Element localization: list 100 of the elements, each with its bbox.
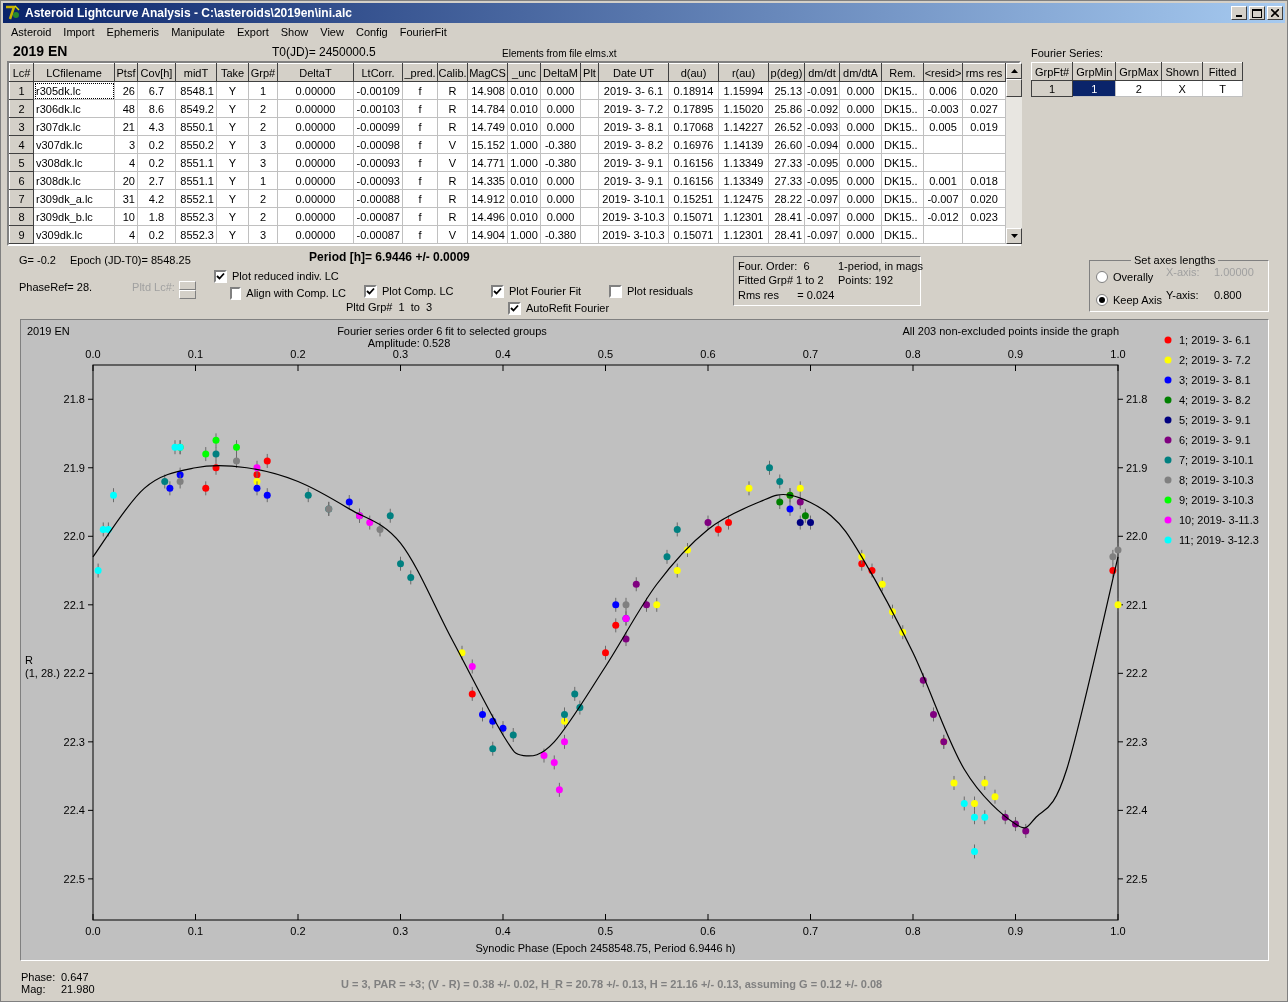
legend-label: 6; 2019- 3- 9.1 bbox=[1179, 434, 1251, 446]
table-cell: 1.12301 bbox=[718, 207, 769, 226]
column-header[interactable]: Fitted bbox=[1202, 62, 1243, 81]
x-tick-label: 0.5 bbox=[597, 348, 614, 360]
data-point bbox=[868, 563, 876, 579]
column-header[interactable]: rms res bbox=[962, 63, 1006, 82]
table-cell: -0.380 bbox=[540, 135, 581, 154]
radio-button[interactable]: Keep Axis bbox=[1096, 293, 1166, 306]
checkbox-icon[interactable] bbox=[609, 284, 622, 298]
column-header[interactable]: r(au) bbox=[718, 63, 769, 82]
column-header[interactable]: MagCS bbox=[467, 63, 508, 82]
column-header[interactable]: Date UT bbox=[598, 63, 669, 82]
x-tick-label: 1.0 bbox=[1110, 925, 1126, 937]
data-point bbox=[540, 748, 548, 764]
checkbox-icon[interactable] bbox=[491, 284, 504, 298]
column-header[interactable]: GrpFt# bbox=[1031, 62, 1073, 81]
checkbox[interactable]: Plot Fourier Fit bbox=[491, 284, 609, 298]
column-header[interactable]: Rem. bbox=[881, 63, 924, 82]
menu-item[interactable]: View bbox=[314, 26, 350, 38]
points-note: All 203 non-excluded points inside the graph bbox=[902, 325, 1119, 337]
column-header[interactable]: GrpMax bbox=[1115, 62, 1162, 81]
column-header[interactable]: Cov[h] bbox=[137, 63, 176, 82]
table-cell: -0.012 bbox=[923, 207, 963, 226]
column-header[interactable]: LCfilename bbox=[33, 63, 115, 82]
menu-item[interactable]: Export bbox=[230, 26, 275, 38]
fourier-label: Fourier Series: bbox=[1031, 47, 1105, 59]
down-arrow-icon[interactable] bbox=[1010, 234, 1018, 238]
radio-icon[interactable] bbox=[1096, 271, 1108, 284]
x-tick-label: 0.4 bbox=[495, 925, 511, 937]
menu-item[interactable]: FourierFit bbox=[393, 26, 453, 38]
table-cell: 1.000 bbox=[507, 135, 541, 154]
fit-info-text: 1-period, in mags bbox=[838, 260, 924, 272]
column-header[interactable]: Shown bbox=[1161, 62, 1203, 81]
column-header[interactable]: Lc# bbox=[9, 63, 34, 82]
radio-icon[interactable] bbox=[1096, 293, 1108, 306]
menu-item[interactable]: Config bbox=[349, 26, 394, 38]
checkbox-icon[interactable] bbox=[230, 286, 242, 300]
table-cell: 1.15020 bbox=[718, 99, 769, 118]
close-icon bbox=[1271, 9, 1279, 17]
column-header[interactable]: dm/dt bbox=[804, 63, 840, 82]
table-cell: -0.097 bbox=[804, 189, 840, 208]
maximize-button[interactable] bbox=[1249, 6, 1265, 20]
table-cell: 14.335 bbox=[467, 171, 508, 190]
checkbox[interactable]: Plot reduced indiv. LC bbox=[214, 269, 346, 283]
menu-item[interactable]: Manipulate bbox=[165, 26, 231, 38]
x-tick-label: 0.1 bbox=[187, 925, 204, 937]
scrollbar[interactable] bbox=[1006, 63, 1022, 244]
radio-button[interactable]: Overally bbox=[1096, 271, 1166, 284]
axes-group-title: Set axes lengths bbox=[1133, 254, 1217, 266]
table-cell: 2019- 3- 7.2 bbox=[598, 99, 669, 118]
column-header[interactable]: p(deg) bbox=[768, 63, 805, 82]
column-header[interactable]: d(au) bbox=[668, 63, 719, 82]
table-cell: 2 bbox=[248, 207, 278, 226]
column-header[interactable]: _unc bbox=[507, 63, 541, 82]
menu-item[interactable]: Show bbox=[274, 26, 315, 38]
column-header[interactable]: midT bbox=[175, 63, 217, 82]
column-header[interactable]: GrpMin bbox=[1072, 62, 1116, 81]
point bbox=[253, 484, 261, 492]
checkbox[interactable]: Plot Comp. LC bbox=[364, 284, 491, 298]
table-cell: -0.00103 bbox=[353, 99, 403, 118]
checkbox-icon[interactable] bbox=[364, 284, 377, 298]
data-point bbox=[673, 563, 681, 579]
column-header[interactable]: <resid> bbox=[923, 63, 963, 82]
phase-ref: PhaseRef= 28. bbox=[19, 281, 93, 293]
table-cell: 0.005 bbox=[923, 117, 963, 136]
checkbox[interactable]: Plot residuals bbox=[609, 284, 733, 298]
scroll-thumb[interactable] bbox=[1006, 79, 1022, 97]
close-button[interactable] bbox=[1267, 6, 1283, 20]
column-header[interactable]: Grp# bbox=[248, 63, 278, 82]
table-cell: 0.020 bbox=[962, 189, 1006, 208]
checkbox-icon[interactable] bbox=[508, 301, 521, 315]
checkbox-icon[interactable] bbox=[214, 269, 227, 283]
legend-label: 1; 2019- 3- 6.1 bbox=[1179, 334, 1251, 346]
table-cell: V bbox=[437, 225, 468, 244]
table-cell: 14.904 bbox=[467, 225, 508, 244]
data-point bbox=[499, 720, 507, 736]
column-header[interactable]: DeltaM bbox=[540, 63, 581, 82]
table-cell: 0.17895 bbox=[668, 99, 719, 118]
up-arrow-icon[interactable] bbox=[1010, 69, 1018, 73]
point bbox=[94, 567, 102, 575]
column-header[interactable]: Ptsf bbox=[114, 63, 138, 82]
point bbox=[212, 450, 220, 458]
column-header[interactable]: dm/dtA bbox=[839, 63, 882, 82]
checkbox[interactable]: AutoRefit Fourier bbox=[508, 301, 609, 315]
menu-item[interactable]: Ephemeris bbox=[100, 26, 166, 38]
y-tick-label: 22.3 bbox=[63, 735, 85, 748]
menu-item[interactable]: Asteroid bbox=[5, 26, 58, 38]
spinner[interactable] bbox=[178, 281, 196, 299]
column-header[interactable]: DeltaT bbox=[277, 63, 354, 82]
checkbox[interactable]: Align with Comp. LC bbox=[230, 286, 346, 300]
menu-item[interactable]: Import bbox=[57, 26, 101, 38]
table-cell: 4 bbox=[114, 225, 138, 244]
table-cell: 8550.1 bbox=[175, 117, 217, 136]
minimize-button[interactable] bbox=[1231, 6, 1247, 20]
column-header[interactable]: Take bbox=[216, 63, 249, 82]
column-header[interactable]: LtCorr. bbox=[353, 63, 403, 82]
column-header[interactable]: Calib. bbox=[437, 63, 468, 82]
table-cell: 0.001 bbox=[923, 171, 963, 190]
column-header[interactable]: _pred. bbox=[402, 63, 438, 82]
data-point bbox=[468, 659, 476, 674]
